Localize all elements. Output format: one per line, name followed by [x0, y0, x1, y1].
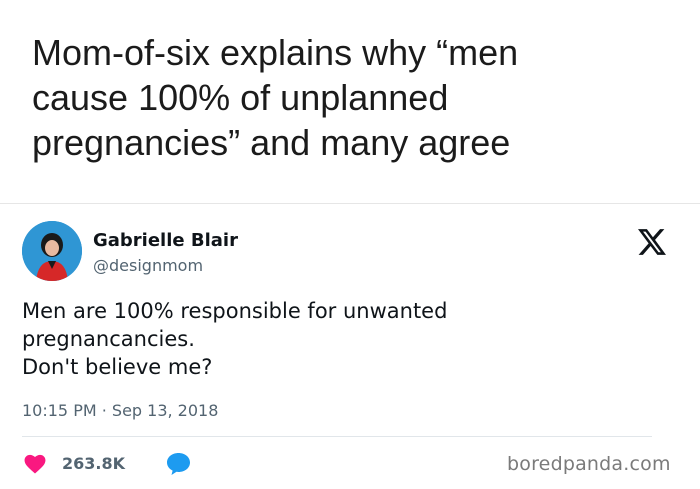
tweet-text: Men are 100% responsible for unwanted pr… [22, 297, 662, 381]
like-count[interactable]: 263.8K [62, 454, 125, 473]
author-handle[interactable]: @designmom [93, 256, 203, 275]
watermark: boredpanda.com [507, 453, 671, 475]
tweet-card[interactable]: Gabrielle Blair @designmom Men are 100% … [0, 203, 700, 489]
headline-line-1: Mom-of-six explains why “men [32, 32, 519, 73]
headline-line-2: cause 100% of unplanned [32, 77, 449, 118]
x-logo-icon[interactable] [638, 229, 666, 255]
divider [22, 436, 652, 437]
author-display-name[interactable]: Gabrielle Blair [93, 230, 238, 251]
speech-bubble-icon[interactable] [166, 452, 191, 476]
tweet-text-line-1: Men are 100% responsible for unwanted [22, 299, 448, 323]
tweet-text-line-3: Don't believe me? [22, 355, 213, 379]
headline-line-3: pregnancies” and many agree [32, 122, 511, 163]
tweet-text-line-2: pregnancancies. [22, 327, 195, 351]
avatar[interactable] [22, 221, 82, 281]
article-headline: Mom-of-six explains why “men cause 100% … [32, 30, 672, 165]
profile-photo-icon [22, 221, 82, 281]
heart-icon[interactable] [24, 454, 46, 474]
tweet-timestamp[interactable]: 10:15 PM · Sep 13, 2018 [22, 401, 218, 420]
